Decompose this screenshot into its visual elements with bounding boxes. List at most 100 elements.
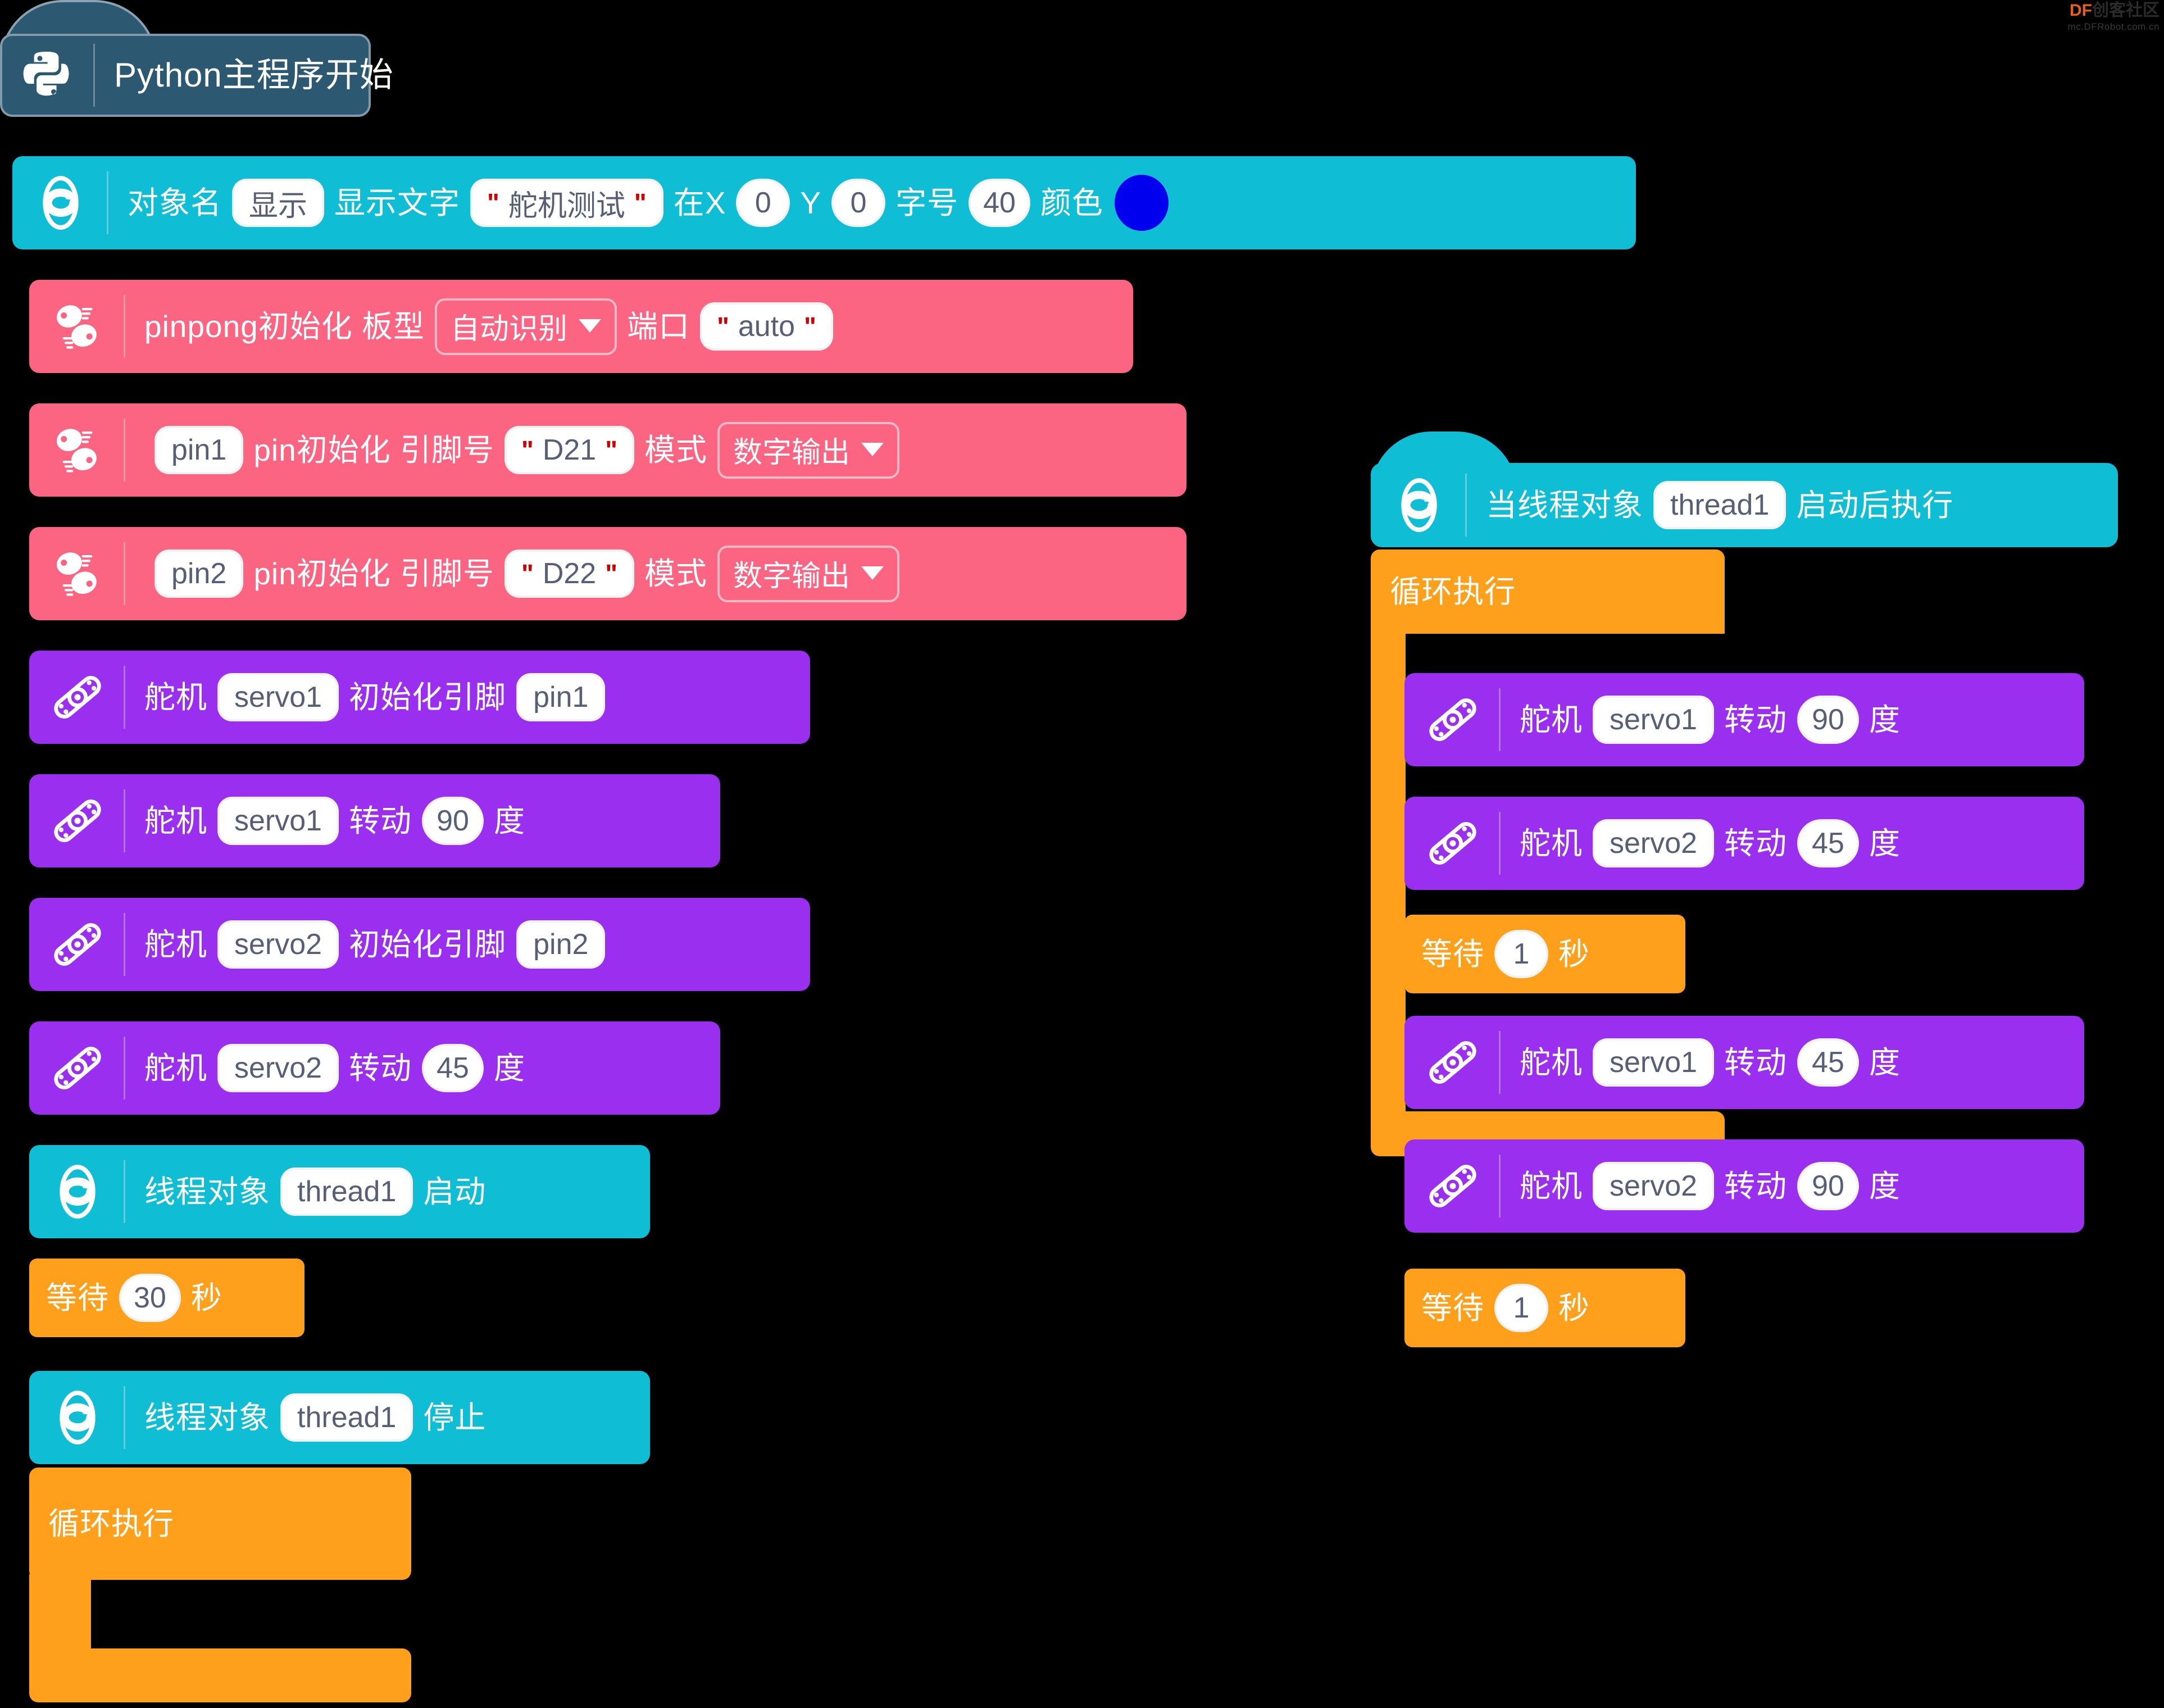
servo-icon <box>1421 1031 1484 1094</box>
thread-hat-var-field[interactable]: thread1 <box>1653 481 1786 529</box>
servo-angle-field[interactable]: 90 <box>1797 1162 1859 1210</box>
wait-block[interactable]: 等待 1 秒 <box>1404 915 1685 993</box>
block-divider <box>124 1160 125 1223</box>
thread-forever-loop-arm <box>1371 628 1406 1128</box>
thread-forever-loop-label: 循环执行 <box>1390 574 1516 609</box>
thread-hat-pre-label: 当线程对象 <box>1486 487 1644 523</box>
servo-angle-field[interactable]: 45 <box>1797 1038 1859 1087</box>
python-logo-icon <box>16 44 79 107</box>
wait-seconds-field[interactable]: 30 <box>119 1274 181 1322</box>
thread-forever-loop-header[interactable]: 循环执行 <box>1371 549 1725 634</box>
wait-seconds-field[interactable]: 1 <box>1494 1284 1549 1332</box>
pin-mode-dropdown[interactable]: 数字输出 <box>717 545 900 602</box>
forever-loop-label: 循环执行 <box>48 1506 175 1541</box>
pin-mode-dropdown[interactable]: 数字输出 <box>717 421 900 479</box>
block-divider <box>1465 474 1467 537</box>
pin-number-field[interactable]: " D22 " <box>504 549 635 598</box>
watermark-name: 创客社区 <box>2092 1 2160 20</box>
quote-left: " <box>717 312 729 341</box>
thread-object-icon <box>46 1160 109 1223</box>
forever-loop-block[interactable]: 循环执行 <box>29 1468 411 1704</box>
pin-init-block[interactable]: pin2 pin初始化 引脚号 " D22 " 模式 数字输出 <box>29 527 1186 620</box>
python-start-hat-block[interactable]: Python主程序开始 <box>0 0 393 117</box>
servo-var-field[interactable]: servo2 <box>217 920 339 969</box>
port-field[interactable]: " auto " <box>700 302 833 351</box>
seconds-unit-label: 秒 <box>1558 936 1590 971</box>
seconds-unit-label: 秒 <box>190 1280 222 1315</box>
servo-rotate-block[interactable]: 舵机 servo1 转动 90 度 <box>29 774 720 867</box>
wait-label: 等待 <box>46 1280 110 1315</box>
servo-action-label: 转动 <box>1724 1044 1788 1080</box>
pin-var-field[interactable]: pin1 <box>154 426 244 474</box>
color-swatch[interactable] <box>1114 175 1169 231</box>
block-divider <box>124 789 125 852</box>
servo-action-label: 初始化引脚 <box>349 926 507 962</box>
servo-rotate-block[interactable]: 舵机 servo2 转动 90 度 <box>1404 1139 2084 1233</box>
mode-label: 模式 <box>644 556 708 591</box>
servo-var-field[interactable]: servo2 <box>1593 819 1715 867</box>
degree-unit-label: 度 <box>493 1050 525 1085</box>
servo-init-block[interactable]: 舵机 servo2 初始化引脚 pin2 <box>29 898 810 991</box>
pin-init-label: pin初始化 引脚号 <box>253 432 494 467</box>
servo-action-label: 转动 <box>349 1050 412 1085</box>
thread-start-block[interactable]: 线程对象 thread1 启动 <box>29 1145 650 1238</box>
degree-unit-label: 度 <box>493 803 525 838</box>
board-type-dropdown[interactable]: 自动识别 <box>435 298 617 355</box>
font-size-field[interactable]: 40 <box>969 179 1030 227</box>
thread-object-label: 线程对象 <box>144 1174 271 1209</box>
servo-label: 舵机 <box>1520 825 1583 861</box>
servo-var-field[interactable]: servo2 <box>1593 1162 1715 1210</box>
forever-loop-header[interactable]: 循环执行 <box>29 1468 411 1580</box>
servo-icon <box>46 789 109 852</box>
servo-label: 舵机 <box>144 926 208 962</box>
servo-rotate-block[interactable]: 舵机 servo1 转动 45 度 <box>1404 1016 2084 1109</box>
font-size-label: 字号 <box>895 185 959 220</box>
wait-seconds-field[interactable]: 1 <box>1494 930 1549 978</box>
servo-action-label: 转动 <box>1724 825 1788 861</box>
thread-var-field[interactable]: thread1 <box>280 1393 413 1442</box>
wait-block[interactable]: 等待 1 秒 <box>1404 1269 1685 1347</box>
servo-angle-field[interactable]: 90 <box>422 797 484 845</box>
pinpong-init-block[interactable]: pinpong初始化 板型 自动识别 端口 " auto " <box>29 280 1133 373</box>
x-field[interactable]: 0 <box>736 179 790 227</box>
block-divider <box>1499 1155 1501 1218</box>
servo-pin-field[interactable]: pin1 <box>516 673 606 721</box>
servo-rotate-block[interactable]: 舵机 servo2 转动 45 度 <box>1404 797 2084 890</box>
servo-var-field[interactable]: servo2 <box>217 1044 339 1092</box>
servo-init-block[interactable]: 舵机 servo1 初始化引脚 pin1 <box>29 651 810 744</box>
display-text-block[interactable]: 对象名 显示 显示文字 " 舵机测试 " 在X 0 Y 0 字号 40 颜色 <box>12 156 1636 249</box>
degree-unit-label: 度 <box>1869 1044 1901 1080</box>
servo-angle-field[interactable]: 45 <box>422 1044 484 1092</box>
servo-rotate-block[interactable]: 舵机 servo2 转动 45 度 <box>29 1021 720 1115</box>
thread-stop-block[interactable]: 线程对象 thread1 停止 <box>29 1371 650 1464</box>
servo-angle-field[interactable]: 45 <box>1797 819 1859 867</box>
degree-unit-label: 度 <box>1869 1168 1901 1203</box>
pinpong-init-label: pinpong初始化 板型 <box>144 308 425 344</box>
servo-label: 舵机 <box>144 679 208 715</box>
servo-pin-field[interactable]: pin2 <box>516 920 606 969</box>
display-text-field[interactable]: " 舵机测试 " <box>470 179 663 227</box>
pin-var-field[interactable]: pin2 <box>154 549 244 598</box>
servo-angle-field[interactable]: 90 <box>1797 696 1859 744</box>
chevron-down-icon <box>861 566 884 580</box>
pin-init-block[interactable]: pin1 pin初始化 引脚号 " D21 " 模式 数字输出 <box>29 403 1186 497</box>
quote-left: " <box>521 435 534 465</box>
mode-label: 模式 <box>644 432 708 467</box>
servo-var-field[interactable]: servo1 <box>1593 1038 1715 1087</box>
chevron-down-icon <box>579 319 602 333</box>
object-name-field[interactable]: 显示 <box>232 179 325 227</box>
servo-var-field[interactable]: servo1 <box>1593 696 1715 744</box>
thread-var-field[interactable]: thread1 <box>280 1168 413 1216</box>
pin-number-field[interactable]: " D21 " <box>504 426 635 474</box>
servo-icon <box>46 913 109 976</box>
block-divider <box>124 1037 125 1100</box>
servo-var-field[interactable]: servo1 <box>217 797 339 845</box>
hat-divider <box>93 44 95 107</box>
thread-hat-block[interactable]: 当线程对象 thread1 启动后执行 <box>1371 431 2118 549</box>
y-field[interactable]: 0 <box>831 179 886 227</box>
pin-mode-value: 数字输出 <box>733 436 851 469</box>
servo-var-field[interactable]: servo1 <box>217 673 339 721</box>
wait-block[interactable]: 等待 30 秒 <box>29 1259 304 1337</box>
thread-object-icon <box>46 1386 109 1449</box>
servo-rotate-block[interactable]: 舵机 servo1 转动 90 度 <box>1404 673 2084 766</box>
